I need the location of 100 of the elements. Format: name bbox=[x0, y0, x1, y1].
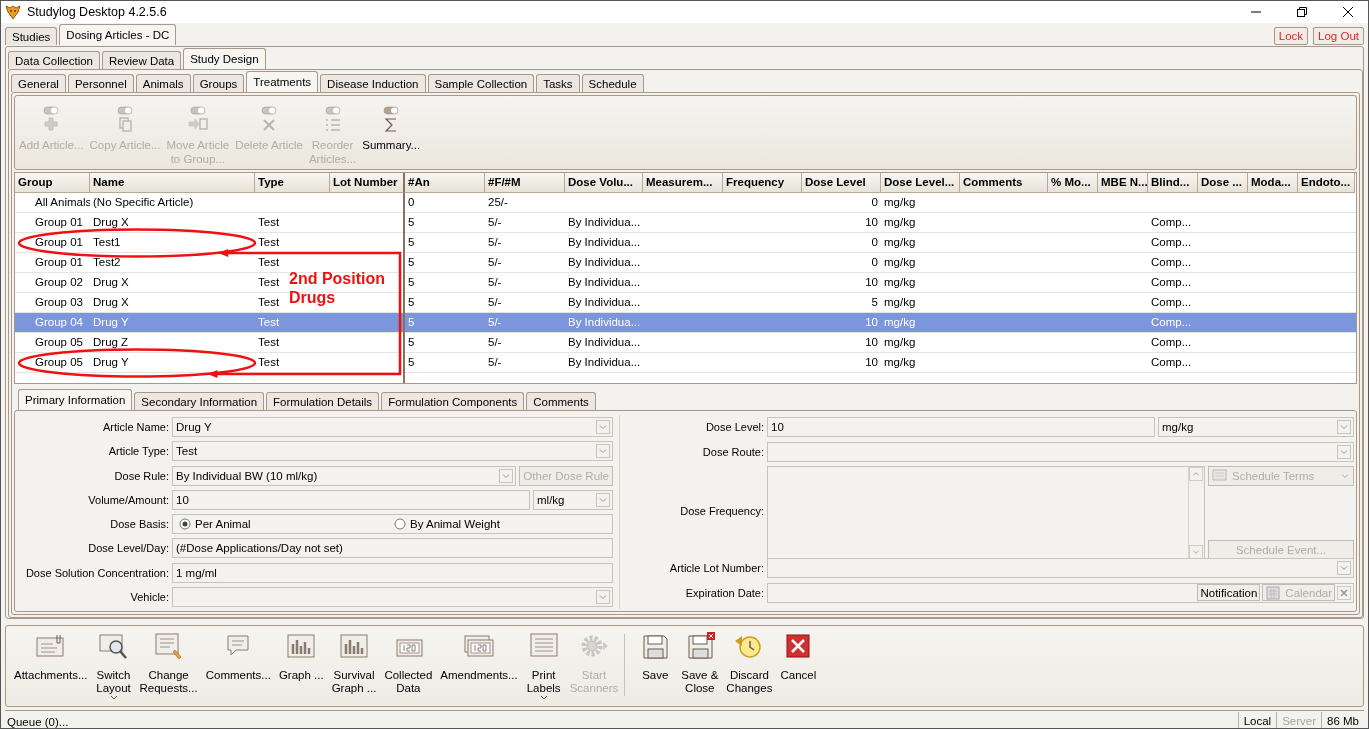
column-header[interactable]: MBE N... bbox=[1098, 173, 1148, 193]
table-cell[interactable]: Test bbox=[258, 336, 280, 348]
table-cell[interactable]: All Animals bbox=[35, 196, 90, 208]
table-cell[interactable]: Comp... bbox=[1151, 356, 1192, 368]
table-cell[interactable]: 10 bbox=[865, 336, 878, 348]
table-cell[interactable]: Group 05 bbox=[35, 336, 83, 348]
table-cell[interactable]: 0 bbox=[871, 256, 878, 268]
table-cell[interactable]: (No Specific Article) bbox=[93, 196, 194, 208]
table-cell[interactable]: By Individua... bbox=[568, 296, 641, 308]
session-button[interactable]: Lock bbox=[1273, 27, 1309, 45]
toolbar-button[interactable]: Graph ... bbox=[274, 632, 328, 682]
text-area[interactable] bbox=[767, 466, 1205, 560]
tab[interactable]: Personnel bbox=[67, 74, 134, 92]
table-cell[interactable]: By Individua... bbox=[568, 216, 641, 228]
dropdown[interactable] bbox=[767, 441, 1354, 462]
table-cell[interactable]: 10 bbox=[865, 216, 878, 228]
clear-icon[interactable] bbox=[1337, 585, 1351, 600]
table-cell[interactable]: 0 bbox=[408, 196, 415, 208]
table-cell[interactable]: Test bbox=[258, 236, 280, 248]
tab[interactable]: Treatments bbox=[246, 71, 319, 92]
table-cell[interactable]: mg/kg bbox=[884, 356, 916, 368]
dropdown[interactable]: Test bbox=[172, 441, 613, 462]
dropdown[interactable]: By Individual BW (10 ml/kg) bbox=[172, 465, 517, 486]
tab[interactable]: Primary Information bbox=[18, 389, 133, 410]
table-cell[interactable]: mg/kg bbox=[884, 236, 916, 248]
session-button[interactable]: Log Out bbox=[1313, 27, 1364, 45]
toolbar-button[interactable]: Amendments... bbox=[436, 632, 522, 682]
unit-dropdown[interactable]: mg/kg bbox=[1158, 417, 1354, 438]
table-cell[interactable]: Group 01 bbox=[35, 236, 83, 248]
restore-icon[interactable] bbox=[1296, 6, 1308, 18]
toolbar-button[interactable]: Collected Data bbox=[380, 632, 437, 695]
toolbar-button[interactable]: Save bbox=[633, 632, 678, 682]
chevron-down-icon[interactable] bbox=[1189, 545, 1203, 559]
table-cell[interactable]: Drug X bbox=[93, 276, 129, 288]
column-header[interactable]: Lot Number bbox=[330, 173, 405, 193]
table-cell[interactable]: By Individua... bbox=[568, 236, 641, 248]
column-header[interactable]: #An bbox=[405, 173, 485, 193]
toolbar-button[interactable]: Discard Changes bbox=[722, 632, 777, 695]
toolbar-button[interactable]: Cancel bbox=[776, 632, 821, 682]
table-cell[interactable]: Group 03 bbox=[35, 296, 83, 308]
tab[interactable]: Dosing Articles - DC bbox=[59, 24, 177, 45]
table-cell[interactable]: Drug Z bbox=[93, 336, 129, 348]
table-cell[interactable]: 5/- bbox=[488, 356, 502, 368]
table-cell[interactable]: By Individua... bbox=[568, 256, 641, 268]
column-header[interactable]: Dose Level bbox=[802, 173, 881, 193]
column-header[interactable]: Moda... bbox=[1248, 173, 1298, 193]
toolbar-button[interactable]: Change Requests... bbox=[135, 632, 202, 695]
table-cell[interactable]: By Individua... bbox=[568, 356, 641, 368]
tab[interactable]: Disease Induction bbox=[320, 74, 426, 92]
input-field[interactable]: 10 bbox=[767, 417, 1155, 438]
dropdown[interactable] bbox=[767, 558, 1354, 579]
input-field[interactable]: 10 bbox=[172, 489, 530, 510]
table-cell[interactable]: Test2 bbox=[93, 256, 121, 268]
table-cell[interactable]: By Individua... bbox=[568, 336, 641, 348]
column-header[interactable]: Dose Volu... bbox=[565, 173, 643, 193]
column-header[interactable]: Type bbox=[255, 173, 330, 193]
table-cell[interactable]: Test bbox=[258, 216, 280, 228]
tab[interactable]: Review Data bbox=[102, 51, 182, 69]
table-cell[interactable]: mg/kg bbox=[884, 336, 916, 348]
table-cell[interactable]: Comp... bbox=[1151, 256, 1192, 268]
table-cell[interactable]: Group 02 bbox=[35, 276, 83, 288]
table-cell[interactable]: 0 bbox=[871, 196, 878, 208]
table-cell[interactable]: 5 bbox=[408, 216, 415, 228]
toolbar-button[interactable]: Print Labels bbox=[521, 632, 566, 701]
table-cell[interactable]: mg/kg bbox=[884, 216, 916, 228]
table-cell[interactable]: mg/kg bbox=[884, 296, 916, 308]
table-cell[interactable]: By Individua... bbox=[568, 276, 641, 288]
unit-dropdown[interactable]: ml/kg bbox=[533, 489, 613, 510]
table-cell[interactable]: mg/kg bbox=[884, 276, 916, 288]
radio-button[interactable] bbox=[394, 518, 406, 531]
table-cell[interactable]: 25/- bbox=[488, 196, 508, 208]
dropdown[interactable]: Drug Y bbox=[172, 417, 613, 438]
close-icon[interactable] bbox=[1342, 6, 1354, 18]
tab[interactable]: Formulation Details bbox=[266, 392, 380, 410]
table-cell[interactable]: Comp... bbox=[1151, 236, 1192, 248]
table-cell[interactable]: Test bbox=[258, 256, 280, 268]
tab[interactable]: Sample Collection bbox=[427, 74, 535, 92]
table-cell[interactable]: Drug X bbox=[93, 216, 129, 228]
table-cell[interactable]: Comp... bbox=[1151, 276, 1192, 288]
table-cell[interactable]: 0 bbox=[871, 236, 878, 248]
table-cell[interactable]: Comp... bbox=[1151, 296, 1192, 308]
tab[interactable]: Comments bbox=[526, 392, 596, 410]
table-cell[interactable]: 5 bbox=[408, 296, 415, 308]
scrollbar[interactable] bbox=[1188, 467, 1204, 559]
table-cell[interactable]: Group 05 bbox=[35, 356, 83, 368]
table-cell[interactable]: 5 bbox=[408, 236, 415, 248]
table-cell[interactable]: 5/- bbox=[488, 276, 502, 288]
dropdown[interactable] bbox=[172, 586, 613, 607]
toolbar-button[interactable]: Survival Graph ... bbox=[327, 632, 381, 695]
column-header[interactable]: Dose Level... bbox=[881, 173, 960, 193]
chevron-up-icon[interactable] bbox=[1189, 467, 1203, 481]
tab[interactable]: Schedule bbox=[581, 74, 644, 92]
tab[interactable]: Formulation Components bbox=[381, 392, 525, 410]
column-header[interactable]: Blind... bbox=[1148, 173, 1198, 193]
column-header[interactable]: Name bbox=[90, 173, 255, 193]
column-header[interactable]: Comments bbox=[960, 173, 1048, 193]
table-cell[interactable]: 5 bbox=[408, 356, 415, 368]
column-header[interactable]: Measurem... bbox=[643, 173, 723, 193]
table-cell[interactable]: Test bbox=[258, 296, 280, 308]
tab[interactable]: Studies bbox=[5, 27, 58, 45]
